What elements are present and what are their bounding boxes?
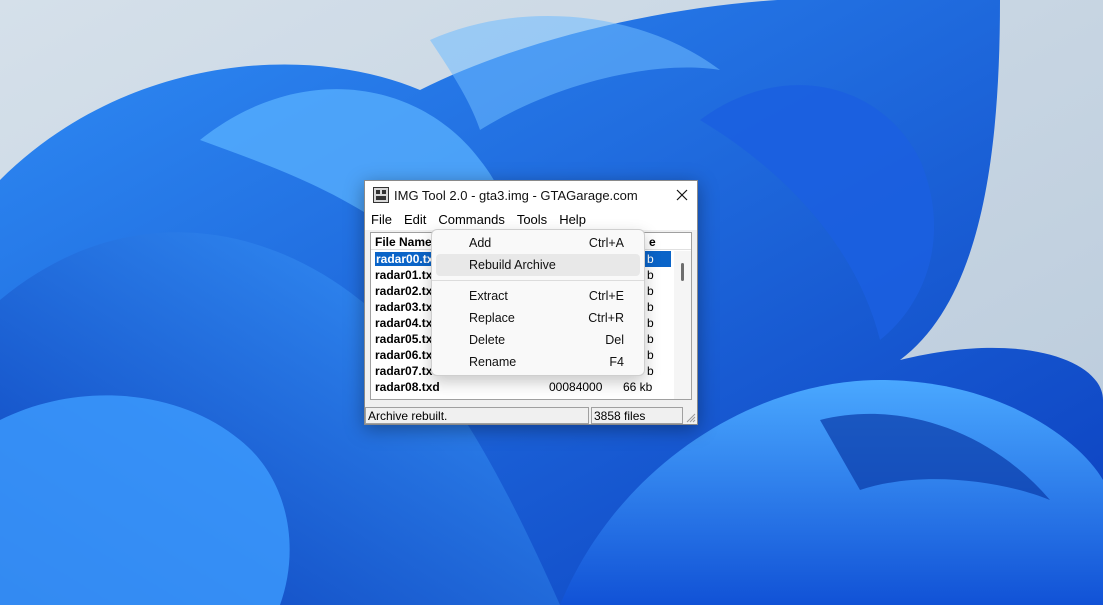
menu-item-extract[interactable]: Extract Ctrl+E: [436, 285, 640, 307]
column-header-size[interactable]: e: [649, 235, 656, 249]
file-name: radar06.tx: [375, 348, 433, 362]
file-size: b: [647, 316, 654, 330]
close-icon: [676, 189, 688, 201]
menu-tools[interactable]: Tools: [511, 210, 553, 230]
menu-help[interactable]: Help: [553, 210, 592, 230]
file-name: radar05.tx: [375, 332, 433, 346]
menu-item-add[interactable]: Add Ctrl+A: [436, 232, 640, 254]
file-name: radar02.tx: [375, 284, 433, 298]
app-icon: [373, 187, 389, 203]
file-name: radar01.tx: [375, 268, 433, 282]
status-file-count: 3858 files: [591, 407, 683, 424]
file-name: radar07.tx: [375, 364, 433, 378]
menu-edit[interactable]: Edit: [398, 210, 432, 230]
file-name: radar08.txd: [375, 380, 440, 394]
file-name: radar03.tx: [375, 300, 433, 314]
menu-commands[interactable]: Commands: [432, 210, 511, 230]
menu-item-replace[interactable]: Replace Ctrl+R: [436, 307, 640, 329]
status-message: Archive rebuilt.: [365, 407, 589, 424]
file-size: 66 kb: [623, 380, 653, 394]
table-row[interactable]: radar08.txd 00084000 66 kb: [371, 379, 674, 395]
status-bar: Archive rebuilt. 3858 files: [365, 407, 697, 424]
resize-grip-icon[interactable]: [685, 412, 696, 423]
file-size: b: [647, 252, 654, 266]
close-button[interactable]: [667, 181, 697, 210]
file-size: b: [647, 332, 654, 346]
scrollbar-thumb[interactable]: [681, 263, 684, 281]
menu-item-rename[interactable]: Rename F4: [436, 351, 640, 373]
menu-item-rebuild-archive[interactable]: Rebuild Archive: [436, 254, 640, 276]
menu-item-delete[interactable]: Delete Del: [436, 329, 640, 351]
column-header-file-name[interactable]: File Name: [375, 235, 432, 249]
file-size: b: [647, 348, 654, 362]
file-name: radar00.tx: [373, 251, 436, 267]
menu-file[interactable]: File: [365, 210, 398, 230]
title-bar[interactable]: IMG Tool 2.0 - gta3.img - GTAGarage.com: [365, 181, 697, 210]
file-name: radar04.tx: [375, 316, 433, 330]
commands-dropdown-menu: Add Ctrl+A Rebuild Archive Extract Ctrl+…: [431, 229, 645, 376]
file-size: b: [647, 284, 654, 298]
file-size: b: [647, 364, 654, 378]
vertical-scrollbar[interactable]: [674, 251, 691, 399]
file-offset: 00084000: [549, 380, 603, 394]
file-size: b: [647, 300, 654, 314]
file-size: b: [647, 268, 654, 282]
menu-separator: [432, 280, 644, 281]
menu-bar: File Edit Commands Tools Help: [365, 210, 697, 230]
window-title: IMG Tool 2.0 - gta3.img - GTAGarage.com: [394, 188, 638, 203]
